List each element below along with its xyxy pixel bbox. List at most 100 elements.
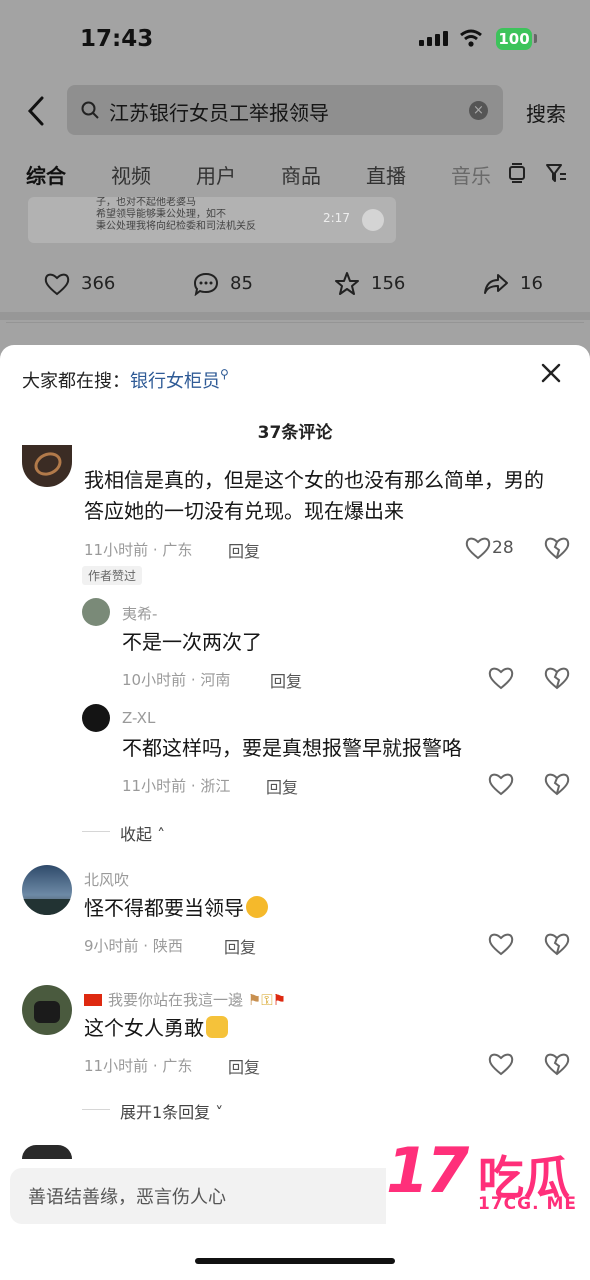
chevron-down-icon: ˅ (215, 1103, 224, 1122)
post-action-bar: 366 85 156 16 (0, 266, 590, 302)
comment-text: 怪不得都要当领导 (84, 893, 268, 924)
search-bar: 江苏银行女员工举报领导 × 搜索 (0, 82, 590, 140)
play-icon[interactable] (362, 209, 384, 231)
thumbs-up-emoji-icon (206, 1016, 228, 1038)
status-bar: 17:43 100 (0, 0, 590, 80)
back-arrow-icon[interactable] (22, 94, 52, 128)
broken-heart-icon[interactable] (544, 535, 570, 561)
reply-username[interactable]: Z-XL (122, 709, 155, 727)
comment-like-count: 28 (492, 538, 514, 558)
broken-heart-icon[interactable] (544, 931, 570, 957)
star-icon (335, 272, 359, 295)
video-duration: 2:17 (323, 211, 350, 225)
flag-icon: ⚑ (272, 991, 287, 1009)
watermark-domain: 17CG. ME (478, 1194, 577, 1214)
trending-search[interactable]: 大家都在搜：银行女柜员⚲ (22, 367, 229, 393)
fold-divider (82, 1109, 110, 1110)
section-divider (0, 312, 590, 320)
favorite-count: 156 (371, 273, 406, 294)
chevron-up-icon: ˄ (157, 825, 166, 844)
comment-count-title: 37条评论 (257, 423, 333, 443)
tab-users[interactable]: 用户 (196, 160, 236, 189)
avatar[interactable] (22, 985, 72, 1035)
comment-text-content: 怪不得都要当领导 (84, 896, 244, 920)
reply-button[interactable]: 回复 (270, 668, 302, 692)
heart-icon[interactable] (487, 1051, 515, 1077)
heart-icon[interactable] (487, 771, 515, 797)
heart-icon[interactable] (464, 535, 492, 561)
trending-keyword[interactable]: 银行女柜员 (130, 371, 220, 392)
avatar[interactable] (82, 704, 110, 732)
broken-heart-icon[interactable] (544, 771, 570, 797)
comment-username[interactable]: 北风吹 (84, 869, 129, 890)
video-result-card[interactable]: 子，也对不起他老婆马 希望领导能够秉公处理，如不 秉公处理我将向纪检委和司法机关… (28, 197, 396, 243)
cellular-signal-icon (419, 30, 451, 46)
collapse-label: 收起 (120, 825, 153, 844)
site-watermark: 17 吃瓜 17CG. ME (386, 1134, 590, 1228)
expand-label: 展开1条回复 (120, 1103, 211, 1122)
avatar[interactable] (82, 598, 110, 626)
reply-button[interactable]: 回复 (266, 774, 298, 798)
avatar[interactable] (22, 1145, 72, 1159)
battery-icon: 100 (496, 28, 532, 50)
reply-meta: 11小时前 · 浙江 (122, 777, 231, 795)
username-text: 我要你站在我這一邊 (108, 991, 244, 1009)
reply-username[interactable]: 夷希- (122, 603, 157, 624)
snippet-line: 子，也对不起他老婆马 (96, 197, 196, 208)
tab-music[interactable]: 音乐 (451, 160, 491, 189)
like-count: 366 (81, 273, 116, 294)
comment-username[interactable]: 我要你站在我這一邊 ⚑⚿⚑ (84, 989, 286, 1010)
share-count: 16 (520, 273, 543, 294)
battery-tip (534, 34, 537, 43)
search-button[interactable]: 搜索 (526, 98, 566, 127)
collapse-replies-button[interactable]: 收起 ˄ (120, 821, 165, 845)
broken-heart-icon[interactable] (544, 1051, 570, 1077)
search-query: 江苏银行女员工举报领导 (109, 101, 329, 125)
search-results-background: 17:43 100 江苏银行女员工举报领导 × 搜索 综合 视频 用户 商品 直… (0, 0, 590, 360)
reply-text: 不都这样吗，要是真想报警早就报警咯 (122, 736, 462, 760)
comment-meta: 11小时前 · 广东 (84, 1057, 193, 1075)
bracelet-image (30, 448, 66, 480)
watermark-number: 17 (386, 1134, 469, 1207)
key-icon: ⚿ (261, 991, 273, 1009)
reply-text: 不是一次两次了 (122, 630, 262, 654)
comment-meta: 11小时前 · 广东 (84, 541, 193, 559)
comment-text-line: 我相信是真的，但是这个女的也没有那么简单，男的 (84, 468, 544, 492)
close-icon[interactable] (539, 361, 563, 385)
trending-prefix: 大家都在搜： (22, 371, 130, 392)
heart-icon[interactable] (487, 665, 515, 691)
fold-divider (82, 831, 110, 832)
decoration-icon: ⚑ (247, 991, 262, 1009)
search-icon: ⚲ (220, 367, 229, 381)
tab-general[interactable]: 综合 (26, 160, 66, 189)
category-tabs: 综合 视频 用户 商品 直播 音乐 (0, 152, 590, 196)
home-indicator (195, 1258, 395, 1264)
heart-icon (44, 273, 70, 296)
tab-products[interactable]: 商品 (281, 160, 321, 189)
share-arrow-icon (484, 274, 508, 294)
heart-icon[interactable] (487, 931, 515, 957)
road-image (22, 899, 72, 915)
clear-icon[interactable]: × (469, 101, 488, 120)
reply-button[interactable]: 回复 (224, 934, 256, 958)
layout-toggle-icon[interactable] (506, 162, 528, 184)
comment-bubble-icon (193, 272, 219, 296)
status-time: 17:43 (80, 26, 154, 52)
tab-video[interactable]: 视频 (111, 160, 151, 189)
filter-icon[interactable] (545, 162, 567, 184)
comment-text: 我相信是真的，但是这个女的也没有那么简单，男的 答应她的一切没有兑现。现在爆出来 (84, 465, 544, 527)
reply-meta: 10小时前 · 河南 (122, 671, 231, 689)
comment-text: 这个女人勇敢 (84, 1013, 228, 1044)
avatar[interactable] (22, 865, 72, 915)
reply-button[interactable]: 回复 (228, 538, 260, 562)
broken-heart-icon[interactable] (544, 665, 570, 691)
search-icon (81, 101, 99, 119)
laugh-cry-emoji-icon (246, 896, 268, 918)
comment-count: 85 (230, 273, 253, 294)
search-input[interactable]: 江苏银行女员工举报领导 × (67, 85, 503, 135)
reply-button[interactable]: 回复 (228, 1054, 260, 1078)
tab-live[interactable]: 直播 (366, 160, 406, 189)
comment-meta: 9小时前 · 陕西 (84, 937, 183, 955)
avatar[interactable] (22, 445, 72, 487)
expand-replies-button[interactable]: 展开1条回复 ˅ (120, 1099, 223, 1123)
